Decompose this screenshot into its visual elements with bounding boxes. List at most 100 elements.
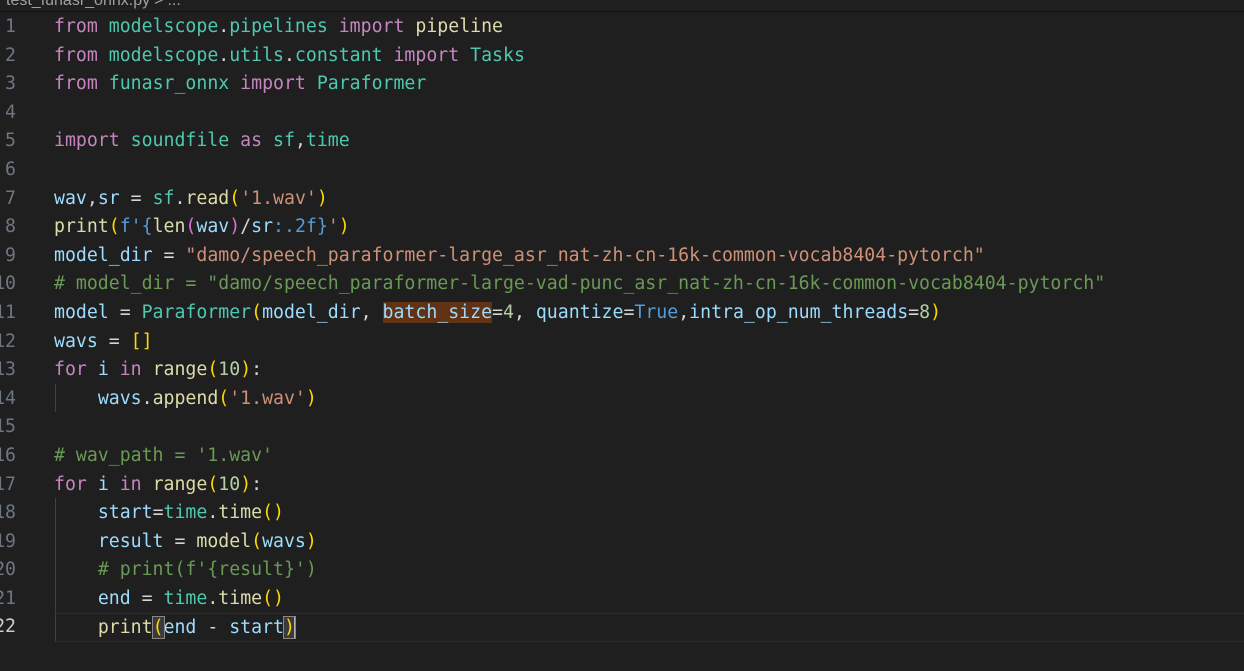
line-number[interactable]: 22 bbox=[0, 613, 16, 642]
code-line[interactable]: 15 bbox=[0, 413, 1244, 442]
code-text[interactable] bbox=[54, 413, 1244, 442]
code-text[interactable]: # print(f'{result}') bbox=[54, 556, 1244, 585]
line-number[interactable]: 8 bbox=[0, 213, 16, 242]
code-text[interactable]: for i in range(10): bbox=[54, 356, 1244, 385]
code-editor[interactable]: test_funasr_onnx.py >... 1 from modelscope… bbox=[0, 0, 1244, 671]
code-line[interactable]: 11 model = Paraformer(model_dir, batch_si… bbox=[0, 299, 1244, 328]
code-line[interactable]: 19 result = model(wavs) bbox=[0, 528, 1244, 557]
code-lines[interactable]: 1 from modelscope.pipelines import pipeli… bbox=[0, 13, 1244, 643]
code-token: in bbox=[119, 473, 142, 495]
line-number[interactable]: 14 bbox=[0, 385, 16, 414]
code-token: constant bbox=[294, 44, 383, 66]
code-token: () bbox=[262, 587, 285, 609]
code-token: i bbox=[97, 473, 109, 495]
line-number[interactable]: 2 bbox=[0, 42, 16, 71]
code-line[interactable]: 20 # print(f'{result}') bbox=[0, 556, 1244, 585]
code-text[interactable]: end = time.time() bbox=[54, 585, 1244, 614]
code-token: model bbox=[54, 301, 109, 323]
code-token: ( bbox=[151, 616, 165, 640]
line-number[interactable]: 5 bbox=[0, 127, 16, 156]
line-number[interactable]: 11 bbox=[0, 299, 16, 328]
code-token: ) bbox=[305, 530, 317, 552]
code-token: f' bbox=[119, 216, 142, 238]
code-token: # wav_path = '1.wav' bbox=[54, 444, 273, 466]
code-line[interactable]: 7 wav,sr = sf.read('1.wav') bbox=[0, 185, 1244, 214]
code-token: # print(f'{result}') bbox=[97, 559, 317, 581]
code-text[interactable]: # wav_path = '1.wav' bbox=[54, 442, 1244, 471]
code-token: = bbox=[492, 301, 503, 323]
code-text[interactable] bbox=[54, 156, 1244, 185]
line-number[interactable]: 18 bbox=[0, 499, 16, 528]
code-text[interactable]: from modelscope.pipelines import pipelin… bbox=[54, 13, 1244, 42]
code-token: sr bbox=[97, 187, 120, 209]
code-token: . bbox=[174, 187, 186, 209]
code-text[interactable]: from funasr_onnx import Paraformer bbox=[54, 70, 1244, 99]
code-token: 10 bbox=[218, 359, 241, 381]
code-token: . bbox=[283, 44, 295, 66]
code-text[interactable]: import soundfile as sf,time bbox=[54, 127, 1244, 156]
line-number[interactable]: 1 bbox=[0, 13, 16, 42]
code-token: time bbox=[218, 587, 263, 609]
code-token: sf bbox=[152, 187, 175, 209]
code-line[interactable]: 12 wavs = [] bbox=[0, 328, 1244, 357]
code-text[interactable] bbox=[54, 99, 1244, 128]
code-token: pipeline bbox=[415, 16, 503, 37]
code-text[interactable]: model_dir = "damo/speech_paraformer-larg… bbox=[54, 242, 1244, 271]
code-token: modelscope bbox=[108, 44, 219, 66]
line-number[interactable]: 21 bbox=[0, 585, 16, 614]
breadcrumb[interactable]: test_funasr_onnx.py >... bbox=[6, 0, 181, 10]
code-line[interactable]: 16 # wav_path = '1.wav' bbox=[0, 442, 1244, 471]
code-line[interactable]: 22 print(end - start) bbox=[0, 613, 1244, 643]
code-text[interactable]: model = Paraformer(model_dir, batch_size… bbox=[54, 299, 1244, 328]
code-text[interactable]: result = model(wavs) bbox=[54, 528, 1244, 557]
code-line[interactable]: 2 from modelscope.utils.constant import T… bbox=[0, 42, 1244, 71]
code-text[interactable]: wavs = [] bbox=[54, 328, 1244, 357]
code-line[interactable]: 14 wavs.append('1.wav') bbox=[0, 385, 1244, 414]
code-line[interactable]: 10 # model_dir = "damo/speech_paraformer-… bbox=[0, 270, 1244, 299]
code-text[interactable]: for i in range(10): bbox=[54, 471, 1244, 500]
line-number[interactable]: 15 bbox=[0, 413, 16, 442]
code-text[interactable]: wav,sr = sf.read('1.wav') bbox=[54, 185, 1244, 214]
breadcrumb-file[interactable]: test_funasr_onnx.py bbox=[6, 0, 150, 9]
line-number[interactable]: 17 bbox=[0, 471, 16, 500]
line-number[interactable]: 9 bbox=[0, 242, 16, 271]
code-token: Tasks bbox=[470, 44, 525, 66]
line-number[interactable]: 10 bbox=[0, 270, 16, 299]
code-line[interactable]: 5 import soundfile as sf,time bbox=[0, 127, 1244, 156]
code-line[interactable]: 18 start=time.time() bbox=[0, 499, 1244, 528]
line-number[interactable]: 4 bbox=[0, 99, 16, 128]
line-number[interactable]: 6 bbox=[0, 156, 16, 185]
code-token: , bbox=[294, 130, 306, 152]
code-text[interactable]: # model_dir = "damo/speech_paraformer-la… bbox=[54, 270, 1244, 299]
code-token: ( bbox=[207, 473, 219, 495]
line-number[interactable]: 19 bbox=[0, 528, 16, 557]
code-text[interactable]: print(f'{len(wav)/sr:.2f}') bbox=[54, 213, 1244, 242]
code-text[interactable]: from modelscope.utils.constant import Ta… bbox=[54, 42, 1244, 71]
line-number[interactable]: 7 bbox=[0, 185, 16, 214]
code-line[interactable]: 4 bbox=[0, 99, 1244, 128]
breadcrumb-separator: > bbox=[154, 0, 164, 9]
code-token: soundfile bbox=[130, 130, 230, 152]
code-text[interactable]: print(end - start) bbox=[54, 613, 1244, 643]
breadcrumb-more[interactable]: ... bbox=[167, 0, 180, 9]
code-line[interactable]: 9 model_dir = "damo/speech_paraformer-lar… bbox=[0, 242, 1244, 271]
code-text[interactable]: start=time.time() bbox=[54, 499, 1244, 528]
code-line[interactable]: 6 bbox=[0, 156, 1244, 185]
code-line[interactable]: 1 from modelscope.pipelines import pipeli… bbox=[0, 13, 1244, 42]
code-line[interactable]: 13 for i in range(10): bbox=[0, 356, 1244, 385]
code-token: for bbox=[54, 359, 87, 381]
code-text[interactable]: wavs.append('1.wav') bbox=[54, 385, 1244, 414]
line-number[interactable]: 12 bbox=[0, 328, 16, 357]
line-number[interactable]: 20 bbox=[0, 556, 16, 585]
code-line[interactable]: 21 end = time.time() bbox=[0, 585, 1244, 614]
line-number[interactable]: 16 bbox=[0, 442, 16, 471]
code-line[interactable]: 8 print(f'{len(wav)/sr:.2f}') bbox=[0, 213, 1244, 242]
code-line[interactable]: 17 for i in range(10): bbox=[0, 471, 1244, 500]
code-line[interactable]: 3 from funasr_onnx import Paraformer bbox=[0, 70, 1244, 99]
line-number[interactable]: 3 bbox=[0, 70, 16, 99]
line-number[interactable]: 13 bbox=[0, 356, 16, 385]
